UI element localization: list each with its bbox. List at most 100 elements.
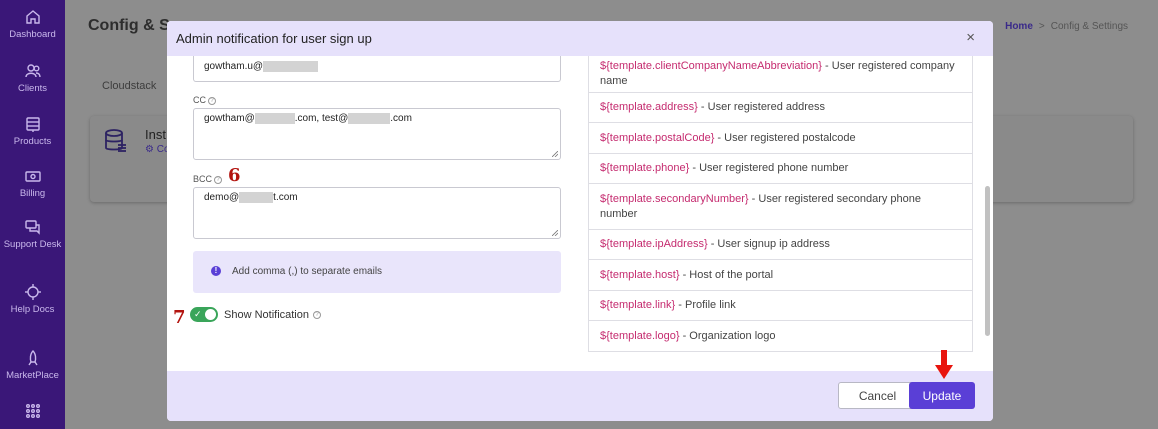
sidebar-item-clients[interactable]: Clients: [0, 62, 65, 94]
info-text: Add comma (,) to separate emails: [232, 266, 383, 277]
money-icon: [24, 167, 42, 185]
help-icon: [24, 283, 42, 301]
resize-handle-icon[interactable]: [552, 230, 558, 236]
resize-handle-icon[interactable]: [552, 151, 558, 157]
scrollbar-thumb[interactable]: [985, 186, 990, 336]
template-variable-desc: - Organization logo: [679, 329, 776, 342]
cc-label-text: CC: [193, 95, 206, 105]
template-variable-key: ${template.logo}: [600, 329, 680, 342]
rocket-icon: [24, 349, 42, 367]
cancel-button[interactable]: Cancel: [838, 382, 917, 409]
modal-footer: Cancel Update: [167, 371, 993, 421]
step-annotation-7: 7: [173, 307, 186, 328]
redacted-mask: [239, 192, 274, 203]
cc-value-part: .com, test@: [294, 113, 349, 125]
sidebar-item-label: Dashboard: [9, 29, 56, 40]
check-icon: ✓: [194, 309, 202, 319]
template-variable-row: ${template.logo} - Organization logo: [588, 321, 973, 352]
template-variable-key: ${template.postalCode}: [600, 131, 715, 144]
template-variable-text: ${template.logo} - Organization logo: [600, 329, 776, 344]
template-variable-row: ${template.ipAddress} - User signup ip a…: [588, 230, 973, 260]
bcc-label: BCC?: [193, 174, 223, 184]
template-variable-text: ${template.link} - Profile link: [600, 298, 736, 313]
sidebar-item-label: Clients: [17, 83, 48, 94]
sidebar-item-label: Support Desk: [3, 239, 62, 250]
template-variable-text: ${template.clientCompanyNameAbbreviation…: [600, 59, 961, 89]
bcc-email-field[interactable]: demo@ t.com: [193, 187, 561, 239]
template-variable-text: ${template.phone} - User registered phon…: [600, 161, 848, 176]
notification-modal: Admin notification for user sign up × go…: [167, 21, 993, 421]
question-icon[interactable]: ?: [208, 96, 216, 105]
to-email-value: gowtham.u@: [204, 61, 264, 73]
card-title: Inst: [145, 127, 166, 142]
server-icon: [24, 115, 42, 133]
modal-title: Admin notification for user sign up: [176, 31, 372, 46]
sidebar-item-support-desk[interactable]: Support Desk: [0, 218, 65, 250]
cc-email-field[interactable]: gowtham@ .com, test@ .com: [193, 108, 561, 160]
cc-value-part: .com: [390, 113, 412, 125]
template-variable-row: ${template.address} - User registered ad…: [588, 93, 973, 123]
card-config-link[interactable]: ⚙ Co: [145, 144, 170, 155]
template-variable-key: ${template.host}: [600, 268, 680, 281]
update-button[interactable]: Update: [909, 382, 975, 409]
template-variable-key: ${template.link}: [600, 299, 676, 311]
template-variable-desc: - User signup ip address: [707, 238, 830, 250]
sidebar-item-help-docs[interactable]: Help Docs: [0, 283, 65, 315]
question-icon[interactable]: ?: [313, 311, 321, 320]
template-variable-desc: - Host of the portal: [679, 268, 774, 281]
breadcrumb-current: Config & Settings: [1050, 21, 1128, 32]
breadcrumb-home[interactable]: Home: [1005, 21, 1033, 32]
apps-icon: [24, 402, 42, 420]
template-variable-desc: - User registered postalcode: [714, 131, 856, 144]
close-icon[interactable]: ×: [966, 30, 975, 45]
toggle-knob: [205, 309, 216, 320]
breadcrumb: Home > Config & Settings: [1005, 21, 1128, 32]
modal-header: Admin notification for user sign up ×: [167, 21, 993, 56]
sidebar-item-apps[interactable]: [0, 402, 65, 423]
template-variable-key: ${template.secondaryNumber}: [600, 192, 749, 205]
template-variable-text: ${template.address} - User registered ad…: [600, 100, 825, 115]
template-variable-row: ${template.clientCompanyNameAbbreviation…: [588, 56, 973, 93]
sidebar-item-marketplace[interactable]: MarketPlace: [0, 349, 65, 381]
page-title: Config & Se: [88, 17, 179, 34]
sidebar-item-products[interactable]: Products: [0, 115, 65, 147]
scrollbar[interactable]: [985, 56, 991, 371]
bcc-value-part: t.com: [273, 192, 298, 204]
cc-value-part: gowtham@: [204, 113, 255, 125]
bcc-value-part: demo@: [204, 192, 240, 204]
sidebar-item-dashboard[interactable]: Dashboard: [0, 8, 65, 40]
template-variable-key: ${template.clientCompanyNameAbbreviation…: [600, 60, 822, 72]
sidebar-item-billing[interactable]: Billing: [0, 167, 65, 199]
template-variable-text: ${template.postalCode} - User registered…: [600, 131, 856, 146]
template-variable-row: ${template.link} - Profile link: [588, 291, 973, 321]
database-icon: [105, 129, 126, 152]
bcc-label-text: BCC: [193, 174, 213, 184]
template-variable-key: ${template.phone}: [600, 162, 690, 174]
template-variable-row: ${template.postalCode} - User registered…: [588, 123, 973, 154]
question-icon[interactable]: ?: [214, 175, 223, 184]
template-variable-desc: - Profile link: [675, 299, 736, 311]
template-variable-key: ${template.address}: [600, 101, 698, 113]
info-icon: !: [211, 266, 221, 276]
template-variable-desc: - User registered address: [697, 101, 826, 113]
show-notification-toggle[interactable]: ✓: [190, 307, 218, 322]
users-icon: [24, 62, 42, 80]
step-annotation-6: 6: [228, 165, 241, 186]
template-variable-text: ${template.secondaryNumber} - User regis…: [600, 192, 961, 222]
chat-icon: [24, 218, 42, 236]
sidebar-item-label: Help Docs: [10, 304, 55, 315]
to-email-field[interactable]: gowtham.u@: [193, 56, 561, 82]
tab-cloudstack[interactable]: Cloudstack: [102, 80, 156, 92]
sidebar: Dashboard Clients Products Billing Suppo…: [0, 0, 65, 429]
home-icon: [24, 8, 42, 26]
show-notification-label: Show Notification?: [224, 309, 321, 321]
redacted-mask: [263, 61, 319, 72]
arrow-down-icon: [935, 350, 953, 379]
template-variable-text: ${template.ipAddress} - User signup ip a…: [600, 237, 830, 252]
template-variable-key: ${template.ipAddress}: [600, 238, 708, 250]
cc-label: CC?: [193, 95, 216, 105]
sidebar-item-label: Products: [13, 136, 52, 147]
template-variable-row: ${template.secondaryNumber} - User regis…: [588, 184, 973, 230]
info-alert: ! Add comma (,) to separate emails: [193, 251, 561, 293]
template-variable-desc: - User registered phone number: [689, 162, 849, 174]
